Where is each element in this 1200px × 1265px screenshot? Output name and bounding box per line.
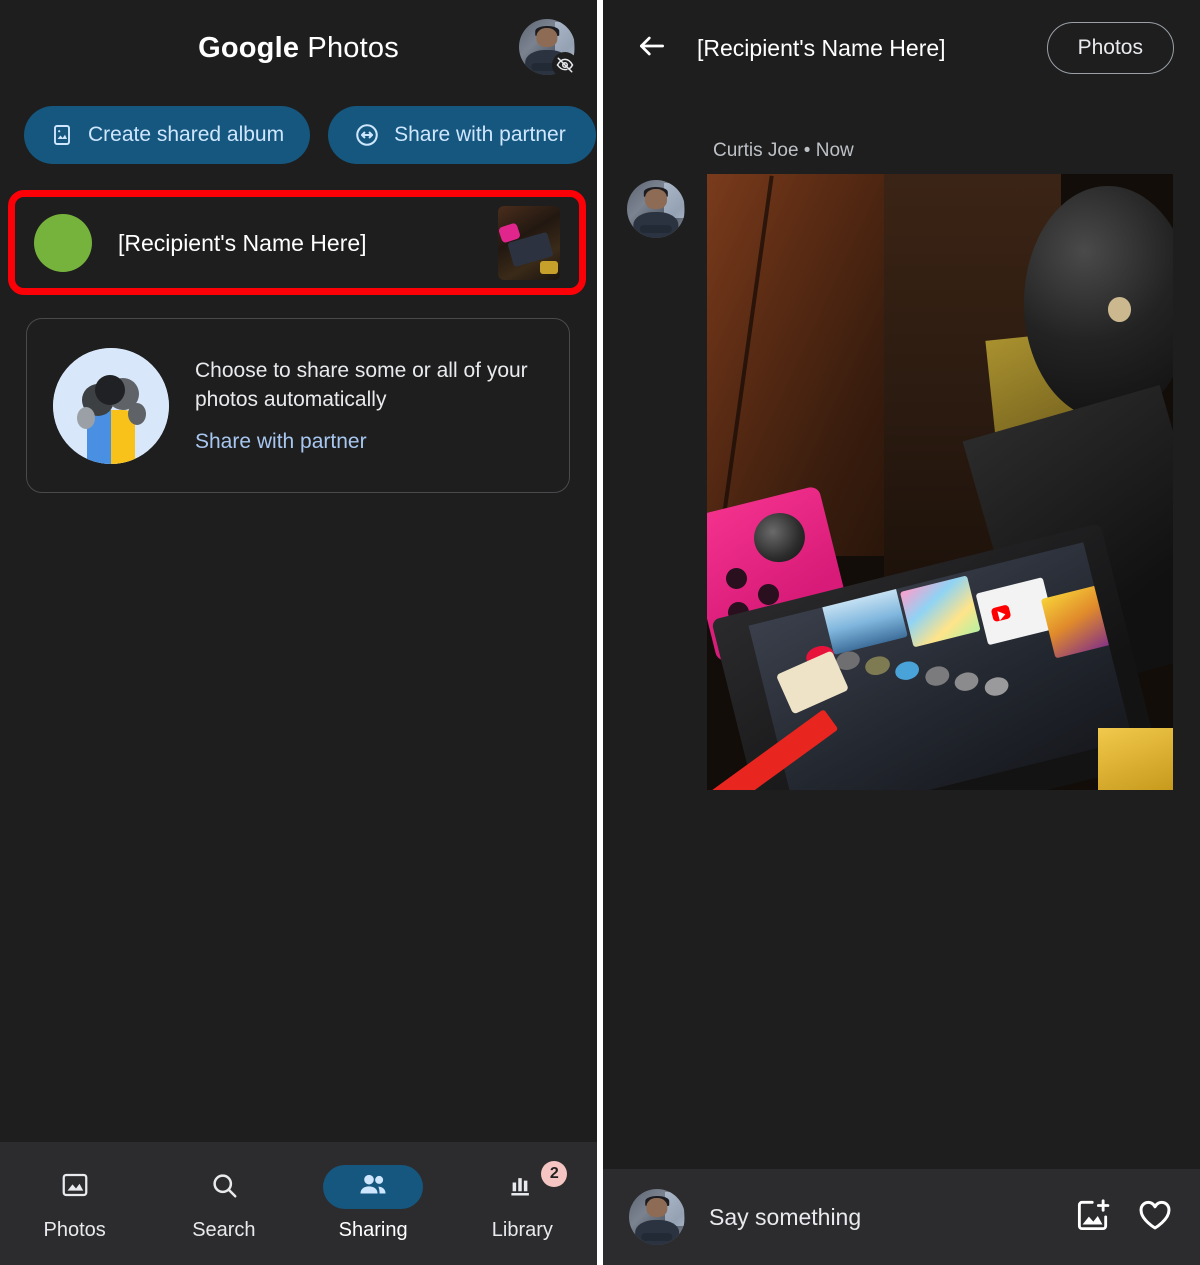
- search-icon: [209, 1170, 239, 1205]
- nav-icon-holder-sharing: [323, 1165, 424, 1209]
- arrow-left-icon: [636, 30, 668, 67]
- recipient-photo-thumbnail[interactable]: [498, 206, 560, 280]
- sharing-tab-screen: Google Photos Create shared album Share …: [0, 0, 597, 1265]
- dual-screenshot-composite: Google Photos Create shared album Share …: [0, 0, 1200, 1265]
- say-something-input[interactable]: Say something: [709, 1204, 1050, 1231]
- photo-home-icon-settings: [952, 669, 981, 693]
- bottom-navigation-bar: Photos Search Sharing 2 Library: [0, 1142, 597, 1265]
- library-icon: [507, 1170, 537, 1205]
- nav-item-search[interactable]: Search: [149, 1165, 298, 1242]
- photos-filter-button[interactable]: Photos: [1046, 22, 1174, 74]
- partner-share-icon: [354, 122, 380, 148]
- partner-card-description: Choose to share some or all of your phot…: [195, 359, 528, 411]
- create-shared-album-label: Create shared album: [88, 123, 285, 146]
- photo-icon: [60, 1170, 90, 1205]
- add-photo-button[interactable]: [1074, 1196, 1112, 1239]
- composer-avatar[interactable]: [629, 1189, 685, 1245]
- thumbnail-yellow-object: [540, 260, 558, 275]
- nintendo-switch-photo[interactable]: [707, 174, 1173, 790]
- conversation-screen: [Recipient's Name Here] Photos Curtis Jo…: [603, 0, 1200, 1265]
- favorite-button[interactable]: [1136, 1196, 1174, 1239]
- panel-divider: [597, 0, 603, 1265]
- post-meta-label: Curtis Joe • Now: [713, 140, 854, 161]
- nav-icon-holder-photos: [26, 1165, 124, 1209]
- recipient-avatar: [34, 214, 92, 272]
- post-avatar-arms: [639, 225, 673, 234]
- account-avatar-button[interactable]: [519, 19, 578, 78]
- create-shared-album-button[interactable]: Create shared album: [24, 106, 311, 164]
- nav-item-photos[interactable]: Photos: [0, 1165, 149, 1242]
- message-composer: Say something: [603, 1169, 1200, 1265]
- post-avatar-face: [644, 189, 668, 209]
- back-button[interactable]: [629, 25, 675, 71]
- app-header: Google Photos: [0, 0, 597, 96]
- youtube-logo-icon: [989, 604, 1011, 622]
- thumbnail-artwork: [498, 206, 560, 280]
- share-with-partner-chip-label: Share with partner: [394, 123, 566, 146]
- conversation-title: [Recipient's Name Here]: [697, 34, 946, 61]
- app-title-light: Photos: [299, 31, 399, 64]
- composer-avatar-face: [646, 1197, 668, 1217]
- photo-yellow-object: [1098, 728, 1173, 790]
- photo-home-icon-power: [982, 674, 1010, 698]
- recipient-name-label: [Recipient's Name Here]: [118, 229, 367, 256]
- curtis-joe-avatar[interactable]: [627, 180, 685, 238]
- nav-label-search: Search: [192, 1219, 256, 1241]
- photo-home-icon-album: [863, 653, 892, 678]
- nav-label-library: Library: [491, 1219, 553, 1241]
- post-item: [603, 174, 1200, 790]
- photo-home-icon-controllers: [922, 663, 951, 688]
- conversation-header: [Recipient's Name Here] Photos: [603, 0, 1200, 96]
- action-chip-row: Create shared album Share with partner: [0, 96, 597, 164]
- photos-filter-label: Photos: [1077, 36, 1143, 59]
- avatar-face: [536, 27, 558, 47]
- photo-youtube-tile: [974, 577, 1055, 646]
- recipient-list-item[interactable]: [Recipient's Name Here]: [16, 198, 578, 288]
- app-title-bold: Google: [198, 31, 300, 64]
- photo-sphere-highlight: [1107, 297, 1132, 322]
- share-with-partner-card[interactable]: Choose to share some or all of your phot…: [26, 318, 570, 493]
- people-icon: [357, 1169, 389, 1206]
- composer-avatar-arms: [641, 1232, 673, 1241]
- nav-label-sharing: Sharing: [338, 1219, 408, 1241]
- share-with-partner-chip[interactable]: Share with partner: [328, 106, 596, 164]
- nav-label-photos: Photos: [43, 1219, 106, 1241]
- photo-game-tile-2: [899, 574, 981, 647]
- eye-off-icon: [552, 52, 578, 78]
- photo-album-icon: [50, 123, 74, 147]
- nav-icon-holder-library: 2: [473, 1161, 571, 1209]
- nav-icon-holder-search: [175, 1165, 273, 1209]
- heart-icon: [1136, 1196, 1174, 1239]
- page-title: Google Photos: [198, 32, 399, 65]
- photo-home-icon-online: [892, 658, 921, 683]
- library-badge: 2: [541, 1161, 568, 1187]
- nav-item-library[interactable]: 2 Library: [448, 1161, 597, 1242]
- nav-item-sharing[interactable]: Sharing: [299, 1165, 448, 1242]
- partner-card-text: Choose to share some or all of your phot…: [195, 357, 543, 454]
- partner-card-link[interactable]: Share with partner: [195, 430, 543, 454]
- add-photo-icon: [1074, 1196, 1112, 1239]
- two-people-illustration: [53, 347, 169, 464]
